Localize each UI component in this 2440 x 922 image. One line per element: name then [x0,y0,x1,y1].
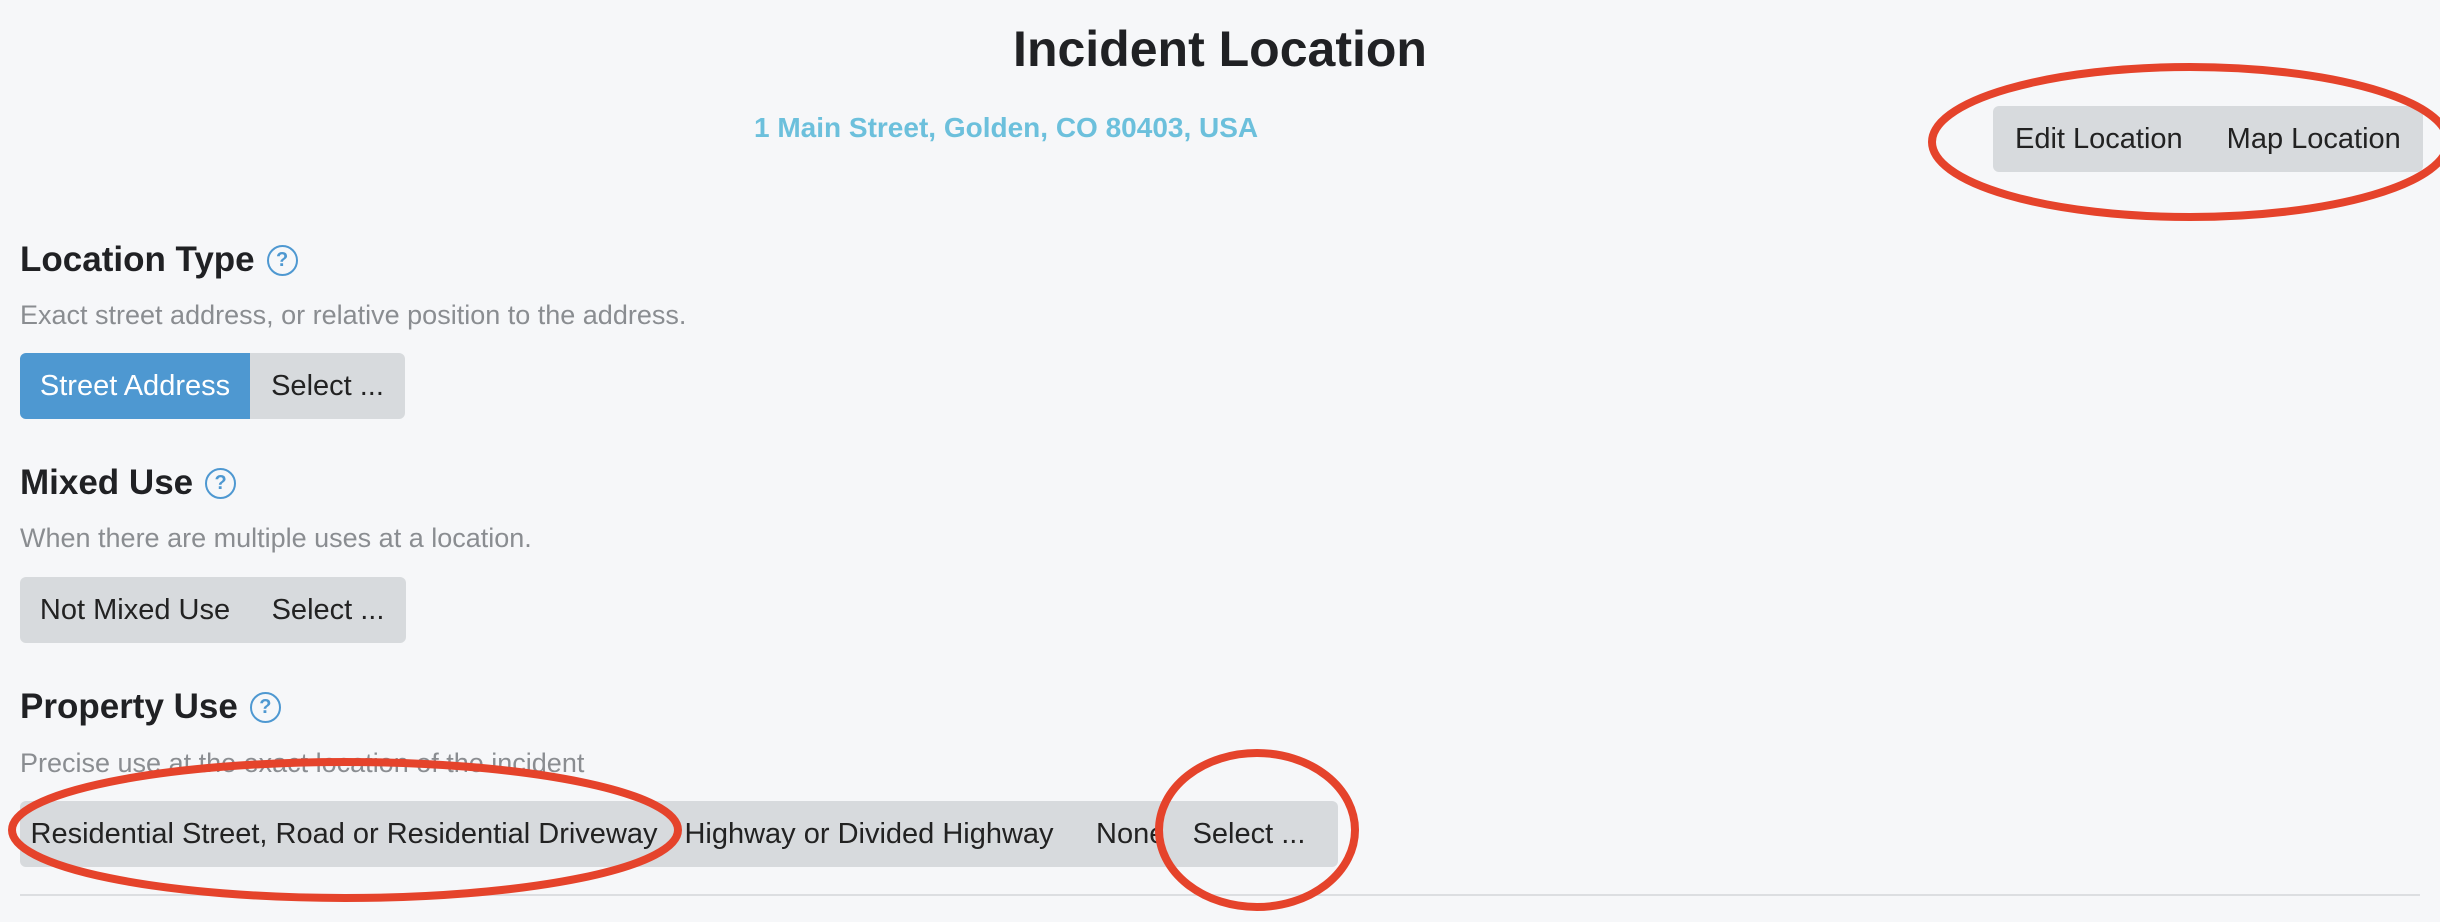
mixed-use-description: When there are multiple uses at a locati… [20,523,532,553]
option-residential-street[interactable]: Residential Street, Road or Residential … [20,801,668,867]
page-title: Incident Location [1013,21,1427,77]
location-type-label: Location Type [20,240,255,279]
location-type-title: Location Type ? [20,240,298,280]
map-location-button[interactable]: Map Location [2204,106,2423,172]
location-type-select-button[interactable]: Select ... [250,353,405,419]
mixed-use-title: Mixed Use ? [20,463,237,503]
option-highway[interactable]: Highway or Divided Highway [668,801,1070,867]
location-type-description: Exact street address, or relative positi… [20,300,687,330]
section-divider [20,894,2420,896]
help-icon[interactable]: ? [249,691,281,723]
property-use-select-button[interactable]: Select ... [1160,801,1338,867]
edit-location-button[interactable]: Edit Location [1993,106,2205,172]
location-actions: Edit Location Map Location [1993,106,2423,172]
option-street-address[interactable]: Street Address [20,353,250,419]
property-use-label: Property Use [20,687,238,726]
property-use-options: Residential Street, Road or Residential … [20,801,1338,867]
mixed-use-select-button[interactable]: Select ... [250,577,406,643]
incident-address: 1 Main Street, Golden, CO 80403, USA [754,112,1259,143]
mixed-use-label: Mixed Use [20,463,194,502]
option-none[interactable]: None [1070,801,1160,867]
option-not-mixed-use[interactable]: Not Mixed Use [20,577,250,643]
mixed-use-options: Not Mixed Use Select ... [20,577,406,643]
help-icon[interactable]: ? [266,244,298,276]
property-use-description: Precise use at the exact location of the… [20,748,585,778]
property-use-title: Property Use ? [20,687,281,727]
help-icon[interactable]: ? [205,467,237,499]
location-type-options: Street Address Select ... [20,353,405,419]
